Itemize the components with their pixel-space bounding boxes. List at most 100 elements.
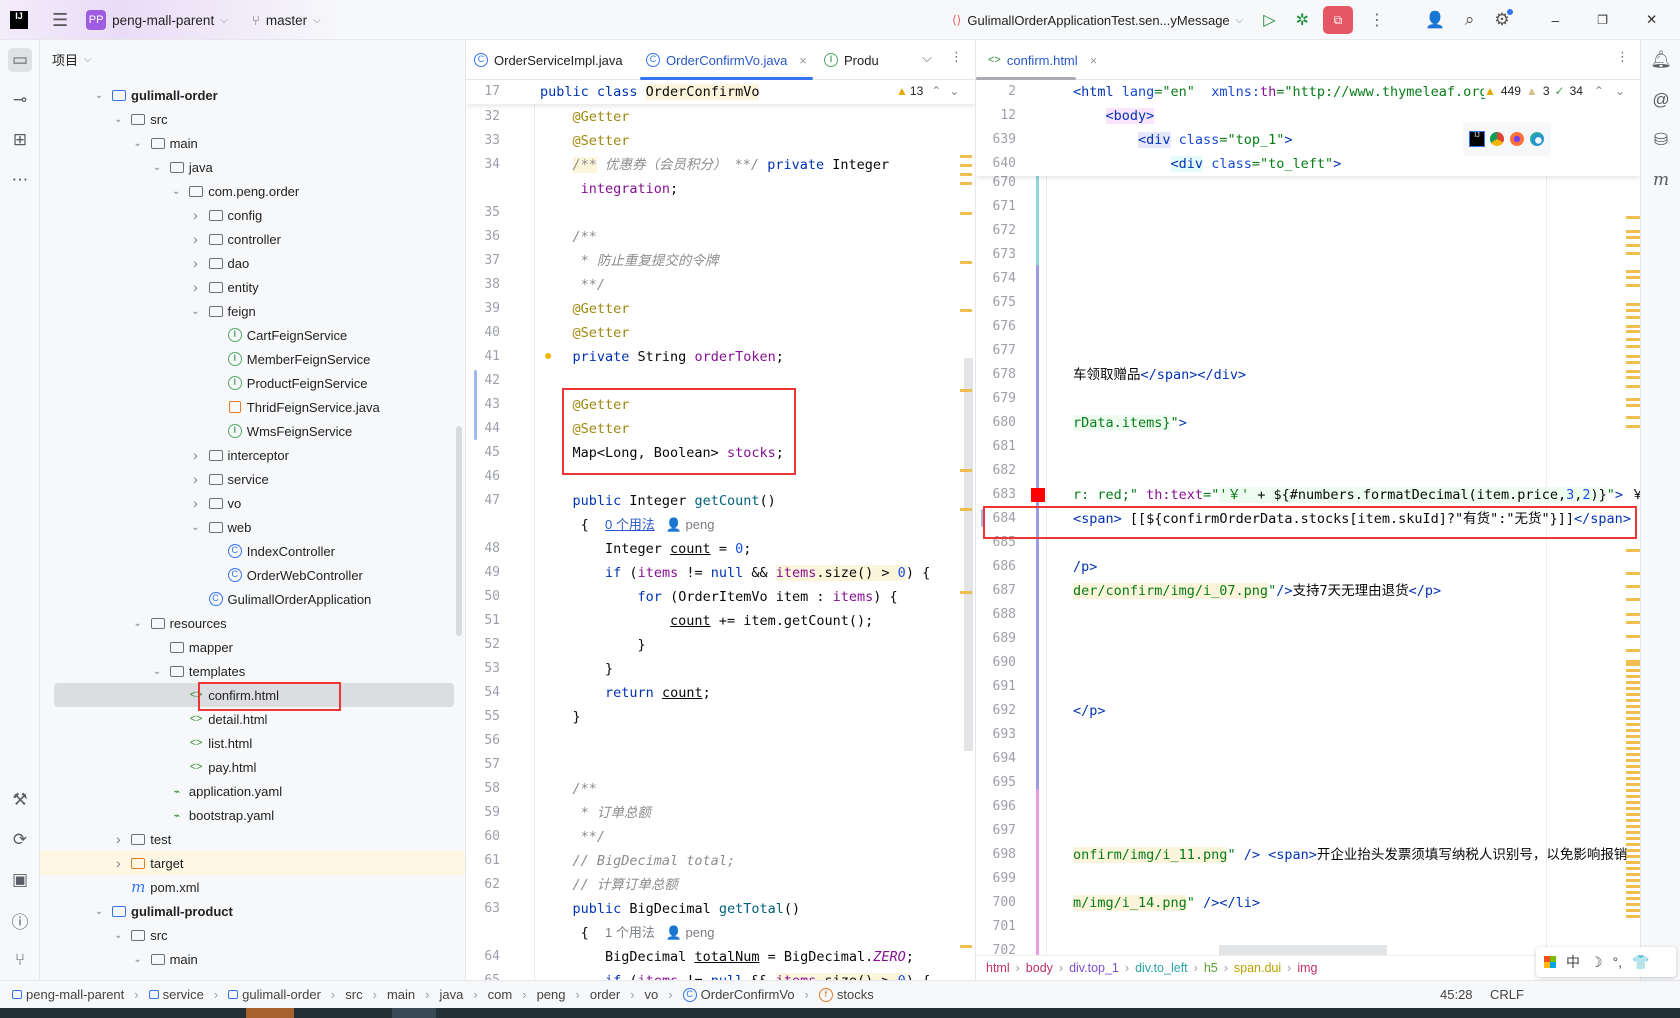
line-number[interactable]: 691 [976,675,1016,699]
problems-icon[interactable]: ⓘ [8,908,32,932]
chevron-down-icon[interactable]: ⌄ [190,522,202,533]
warning-marker[interactable] [1626,765,1640,768]
chevron-down-icon[interactable]: ⌄ [132,954,144,965]
line-number[interactable]: 689 [976,627,1016,651]
warning-marker[interactable] [1626,244,1640,247]
breadcrumb-item[interactable]: gulimall-order [242,987,321,1002]
line-number[interactable]: 63 [466,897,500,921]
breadcrumb-h5[interactable]: h5 [1204,961,1218,975]
warning-marker[interactable] [1626,711,1640,714]
tree-item-confirm-html[interactable]: <> confirm.html [54,683,454,707]
scrollbar[interactable] [456,426,462,636]
warning-marker[interactable] [960,591,972,594]
line-number[interactable]: 35 [466,201,500,225]
chevron-down-icon[interactable]: ⌄ [190,306,202,317]
search-icon[interactable]: ⌕ [1465,10,1475,30]
warning-marker[interactable] [1626,376,1640,379]
tree-item-indexcontroller[interactable]: C IndexController [40,539,465,563]
line-number[interactable]: 683 [976,483,1016,507]
tree-item-dao[interactable]: › dao [40,251,465,275]
more-icon[interactable]: ⋮ [1616,49,1629,65]
warning-marker[interactable] [1626,909,1640,912]
breadcrumb-item[interactable]: OrderConfirmVo [701,987,795,1002]
tab-orderserviceimpl-java[interactable]: C OrderServiceImpl.java [474,40,623,80]
line-number[interactable]: 64 [466,945,500,969]
tree-item-resources[interactable]: ⌄ resources [40,611,465,635]
tree-item-mapper[interactable]: mapper [40,635,465,659]
line-number[interactable]: 43 [466,393,500,417]
warning-marker[interactable] [960,173,972,176]
tree-item-thridfeignservice-java[interactable]: ThridFeignService.java [40,395,465,419]
line-number[interactable]: 48 [466,537,500,561]
ime-half-width[interactable]: ☽ [1590,954,1603,971]
tree-item-gulimall-product[interactable]: ⌄ gulimall-product [40,899,465,923]
chevron-right-icon[interactable]: › [190,471,202,487]
line-number[interactable]: 674 [976,267,1016,291]
warning-marker[interactable] [1626,837,1640,840]
line-number[interactable]: 672 [976,219,1016,243]
maven-icon[interactable]: m [1649,168,1673,192]
run-widget-icon[interactable]: ⧉ [1322,6,1353,34]
warning-marker[interactable] [960,469,972,472]
ime-skin[interactable]: 👕 [1632,954,1649,971]
warning-marker[interactable] [1626,230,1640,233]
warning-marker[interactable] [1626,585,1640,588]
chevron-down-icon[interactable]: ⌄ [112,930,124,941]
chevron-down-icon[interactable]: ⌄ [132,138,144,149]
line-number[interactable]: 33 [466,129,500,153]
warning-marker[interactable] [1626,867,1640,870]
tree-item-orderwebcontroller[interactable]: C OrderWebController [40,563,465,587]
warning-marker[interactable] [1626,330,1640,333]
warning-marker[interactable] [1626,825,1640,828]
line-number[interactable]: 697 [976,819,1016,843]
warning-marker[interactable] [1626,789,1640,792]
line-number[interactable]: 640 [976,152,1016,176]
ime-mode[interactable]: 中 [1566,952,1580,972]
warning-marker[interactable] [1626,819,1640,822]
line-number[interactable]: 675 [976,291,1016,315]
warning-marker[interactable] [960,212,972,215]
more-icon[interactable]: ⋯ [8,168,32,192]
warning-marker[interactable] [1626,831,1640,834]
breadcrumb-item[interactable]: peng-mall-parent [26,987,124,1002]
line-number[interactable]: 56 [466,729,500,753]
line-number[interactable]: 50 [466,585,500,609]
chevron-right-icon[interactable]: › [190,495,202,511]
more-icon[interactable]: ⋮ [950,49,963,65]
breadcrumb-item[interactable]: com [488,987,513,1002]
run-icon[interactable]: ▷ [1263,10,1275,30]
line-number[interactable]: 47 [466,489,500,513]
warning-marker[interactable] [1626,729,1640,732]
close-icon[interactable]: × [799,53,807,68]
breadcrumb-item[interactable]: src [345,987,362,1002]
tree-item-feign[interactable]: ⌄ feign [40,299,465,323]
line-number[interactable]: 44 [466,417,500,441]
warning-marker[interactable] [1626,903,1640,906]
line-number[interactable]: 37 [466,249,500,273]
line-number[interactable]: 682 [976,459,1016,483]
breadcrumb-item[interactable]: service [163,987,204,1002]
warning-marker[interactable] [1626,723,1640,726]
line-number[interactable]: 685 [976,531,1016,555]
line-number[interactable]: 693 [976,723,1016,747]
warning-marker[interactable] [1626,777,1640,780]
line-number[interactable]: 694 [976,747,1016,771]
warning-marker[interactable] [1626,649,1640,652]
breadcrumb-span-dui[interactable]: span.dui [1234,961,1281,975]
breadcrumb-div-to_left[interactable]: div.to_left [1135,961,1188,975]
chevron-right-icon[interactable]: › [190,255,202,271]
line-number[interactable]: 34 [466,153,500,177]
warning-marker[interactable] [1626,873,1640,876]
tab-produ[interactable]: I Produ [824,40,892,80]
warning-marker[interactable] [1626,891,1640,894]
chevron-down-icon[interactable]: ⌄ [112,114,124,125]
debug-icon[interactable]: ✲ [1296,10,1309,30]
chevron-down-icon[interactable]: ⌄ [93,90,105,101]
warning-marker[interactable] [1626,598,1640,601]
next-highlight-icon[interactable]: ⌄ [1615,84,1625,98]
warning-marker[interactable] [1626,303,1640,306]
chevron-down-icon[interactable]: ⌄ [170,186,182,197]
line-number[interactable]: 673 [976,243,1016,267]
line-number[interactable]: 49 [466,561,500,585]
tree-item-test[interactable]: › test [40,827,465,851]
